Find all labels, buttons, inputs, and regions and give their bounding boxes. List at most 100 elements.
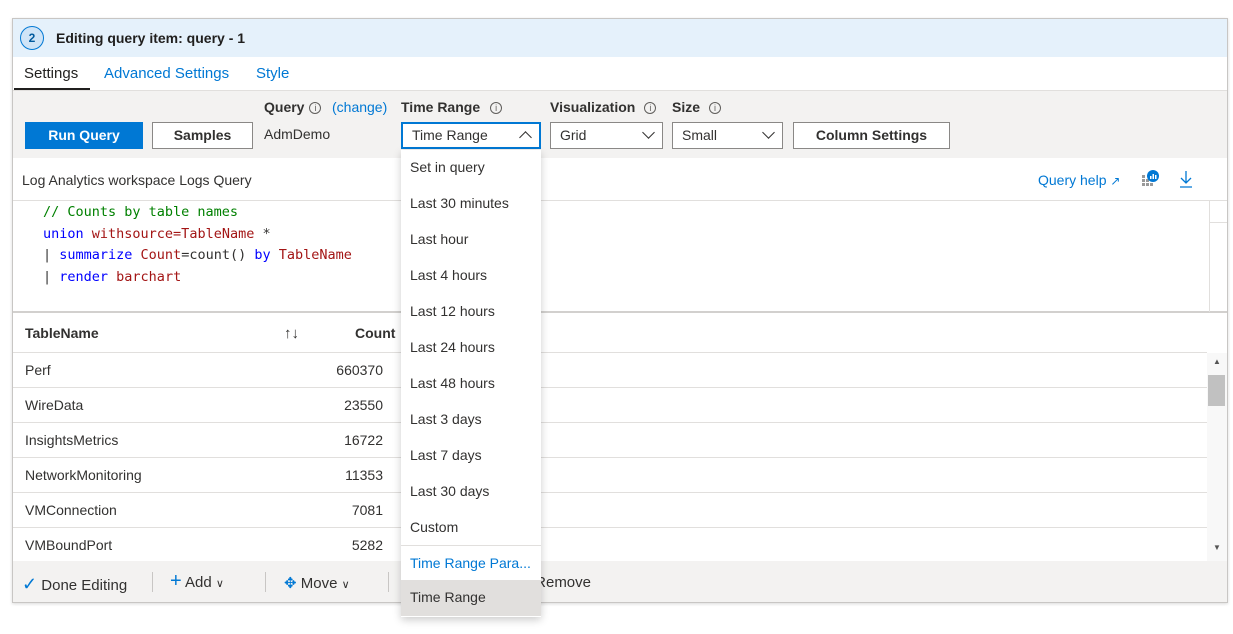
move-button[interactable]: ✥ Move ∨ (284, 574, 350, 592)
time-range-selected: Time Range (412, 127, 488, 143)
query-editor[interactable]: // Counts by table names union withsourc… (13, 200, 1227, 313)
time-range-label: Time Range i (401, 99, 503, 115)
cell-count: 11353 (345, 467, 383, 483)
code-token: | (43, 269, 60, 285)
sort-icon[interactable]: ↑↓ (284, 325, 299, 342)
samples-button[interactable]: Samples (152, 122, 253, 149)
external-link-icon: ↗ (1110, 174, 1121, 188)
cell-count: 5282 (351, 537, 383, 553)
code-token: render (59, 269, 117, 285)
query-help-text: Query help (1038, 172, 1107, 188)
run-query-button[interactable]: Run Query (25, 122, 143, 149)
code-line: // Counts by table names (43, 204, 238, 220)
editor-title: Editing query item: query - 1 (56, 30, 246, 46)
visualization-selected: Grid (560, 127, 587, 143)
chevron-down-icon (642, 126, 655, 139)
move-icon: ✥ (284, 575, 297, 592)
time-range-menu: Set in query Last 30 minutes Last hour L… (401, 150, 541, 617)
query-source-value: AdmDemo (264, 126, 331, 142)
info-icon[interactable]: i (709, 102, 722, 114)
chevron-down-icon (762, 126, 775, 139)
info-icon[interactable]: i (309, 102, 322, 114)
done-editing-label: Done Editing (41, 577, 128, 594)
code-token: =count() (181, 247, 255, 263)
move-label: Move (300, 575, 338, 592)
code-token: by (254, 247, 279, 263)
logs-analytics-icon[interactable] (1142, 170, 1159, 187)
query-help-link[interactable]: Query help ↗ (1038, 172, 1120, 188)
code-token: union (43, 226, 92, 242)
size-dropdown[interactable]: Small (672, 122, 783, 149)
code-line: union withsource=TableName * (43, 226, 271, 242)
chevron-down-icon: ∨ (341, 579, 350, 591)
table-row[interactable]: WireData 23550 (13, 388, 1207, 423)
tab-settings[interactable]: Settings (24, 65, 78, 82)
menu-item[interactable]: Last 48 hours (401, 366, 541, 402)
column-header-count[interactable]: Count (355, 325, 395, 341)
column-settings-button[interactable]: Column Settings (793, 122, 950, 149)
cell-count: 7081 (351, 502, 383, 518)
menu-item[interactable]: Set in query (401, 150, 541, 186)
tab-advanced-settings[interactable]: Advanced Settings (104, 65, 229, 82)
size-label-text: Size (672, 99, 701, 115)
menu-item[interactable]: Last 3 days (401, 402, 541, 438)
cell-tablename: VMConnection (25, 502, 117, 518)
menu-item[interactable]: Last hour (401, 222, 541, 258)
code-line: | summarize Count=count() by TableName (43, 247, 352, 263)
table-row[interactable]: InsightsMetrics 16722 (13, 423, 1207, 458)
done-editing-button[interactable]: ✓ Done Editing (22, 574, 127, 595)
cell-count: 660370 (336, 362, 383, 378)
info-icon[interactable]: i (644, 102, 657, 114)
chevron-down-icon: ∨ (215, 578, 224, 590)
cell-count: 23550 (344, 397, 383, 413)
code-comment: // Counts by table names (43, 204, 239, 220)
visualization-label: Visualization i (550, 99, 657, 115)
size-selected: Small (682, 127, 718, 143)
code-token: summarize (59, 247, 141, 263)
time-range-label-text: Time Range (401, 99, 481, 115)
table-scrollbar[interactable]: ▲ ▼ (1207, 353, 1227, 561)
table-row[interactable]: VMConnection 7081 (13, 493, 1207, 528)
download-icon[interactable] (1179, 170, 1193, 188)
menu-item[interactable]: Last 24 hours (401, 330, 541, 366)
menu-item[interactable]: Last 30 minutes (401, 186, 541, 222)
cell-count: 16722 (344, 432, 383, 448)
column-header-tablename[interactable]: TableName (25, 325, 99, 341)
size-label: Size i (672, 99, 722, 115)
visualization-dropdown[interactable]: Grid (550, 122, 663, 149)
code-token: barchart (116, 269, 182, 285)
menu-item[interactable]: Last 4 hours (401, 258, 541, 294)
chevron-up-icon (519, 131, 532, 144)
code-token: withsource=TableName (91, 226, 255, 242)
menu-item[interactable]: Custom (401, 510, 541, 546)
menu-group-header: Time Range Para... (410, 555, 531, 571)
menu-item[interactable]: Last 30 days (401, 474, 541, 510)
code-line: | render barchart (43, 269, 181, 285)
menu-item[interactable]: Last 7 days (401, 438, 541, 474)
cell-tablename: NetworkMonitoring (25, 467, 142, 483)
query-label: Query i (264, 99, 322, 115)
code-token: * (254, 226, 271, 242)
query-area-title: Log Analytics workspace Logs Query (22, 172, 252, 188)
info-icon[interactable]: i (490, 102, 503, 114)
cell-tablename: WireData (25, 397, 84, 413)
menu-item[interactable]: Last 12 hours (401, 294, 541, 330)
query-label-text: Query (264, 99, 305, 115)
table-row[interactable]: VMBoundPort 5282 (13, 528, 1207, 563)
cell-tablename: Perf (25, 362, 51, 378)
table-row[interactable]: NetworkMonitoring 11353 (13, 458, 1207, 493)
visualization-label-text: Visualization (550, 99, 636, 115)
code-token: Count (140, 247, 182, 263)
table-row[interactable]: Perf 660370 (13, 353, 1207, 388)
step-badge: 2 (20, 26, 44, 50)
cell-tablename: InsightsMetrics (25, 432, 119, 448)
tab-style[interactable]: Style (256, 65, 289, 82)
add-button[interactable]: + Add ∨ (170, 571, 224, 591)
plus-icon: + (170, 570, 182, 592)
code-token: | (43, 247, 60, 263)
time-range-dropdown[interactable]: Time Range (401, 122, 541, 149)
menu-item-time-range-param[interactable]: Time Range (401, 580, 541, 616)
add-label: Add (185, 574, 212, 591)
code-token: TableName (278, 247, 352, 263)
change-query-link[interactable]: (change) (332, 99, 387, 115)
